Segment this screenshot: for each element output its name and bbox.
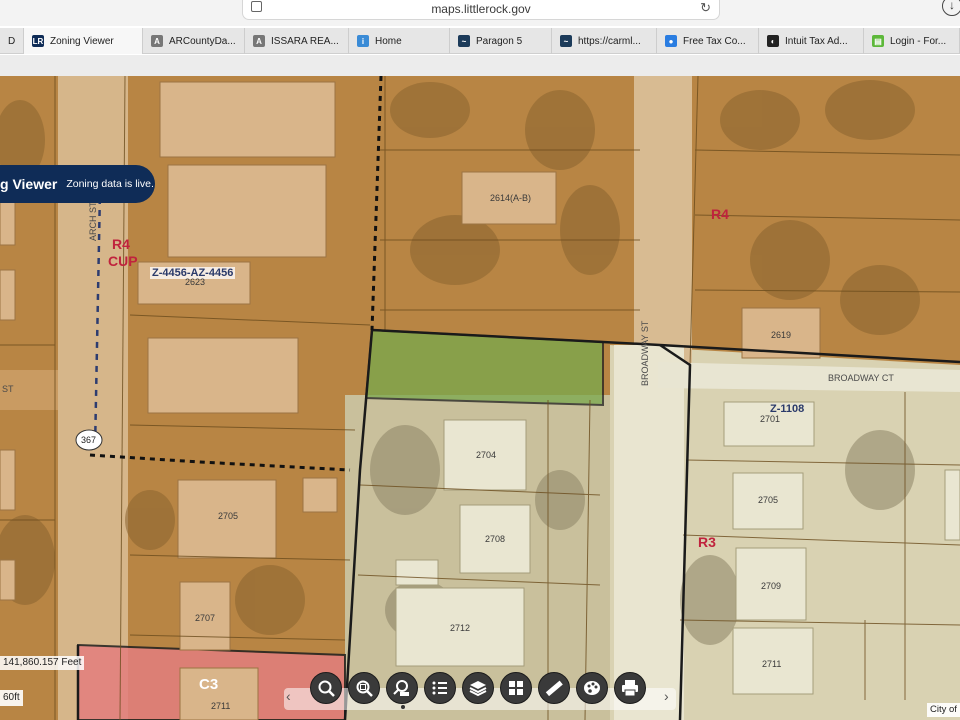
tab-bar: D LR Zoning Viewer A ARCountyDa... A ISSARA RE… bbox=[0, 28, 960, 54]
zone-label-c3: C3 bbox=[199, 676, 219, 693]
zoom-search-icon bbox=[356, 680, 373, 697]
street-label-arch-st: ARCH ST bbox=[88, 201, 98, 241]
info-icon: i bbox=[357, 35, 369, 47]
tab-label: Intuit Tax Ad... bbox=[785, 35, 848, 47]
address-2711-east: 2711 bbox=[762, 659, 782, 669]
reload-icon[interactable]: ↻ bbox=[700, 0, 711, 16]
scale-bar: 60ft bbox=[0, 690, 23, 706]
tab-label: Paragon 5 bbox=[476, 35, 523, 47]
map-toolbar: ‹ › bbox=[284, 670, 676, 710]
layers-tool-button[interactable] bbox=[462, 672, 494, 704]
globe-icon: ● bbox=[665, 35, 677, 47]
intuit-icon: ◐ bbox=[767, 35, 779, 47]
address-2614: 2614(A-B) bbox=[490, 193, 532, 203]
street-label-st: ST bbox=[2, 384, 14, 394]
paragon-icon: ~ bbox=[560, 35, 572, 47]
address-2619: 2619 bbox=[771, 330, 792, 340]
tab-label: Home bbox=[375, 35, 402, 47]
list-tool-button[interactable] bbox=[424, 672, 456, 704]
address-bar[interactable]: maps.littlerock.gov ↻ bbox=[242, 0, 720, 20]
downloads-icon[interactable]: ↓ bbox=[942, 0, 960, 16]
tab-label: ARCountyDa... bbox=[169, 35, 236, 47]
zone-label-r4: R4 bbox=[112, 236, 130, 252]
palette-icon bbox=[584, 681, 600, 695]
street-label-broadway-st: BROADWAY ST bbox=[640, 320, 650, 386]
tab-9[interactable]: ◐ Intuit Tax Ad... bbox=[759, 28, 864, 54]
app-title: g Viewer bbox=[0, 176, 58, 192]
lr-logo-icon: LR bbox=[32, 35, 44, 47]
print-icon bbox=[622, 680, 638, 697]
toolbar-left-arrow-icon[interactable]: ‹ bbox=[286, 688, 291, 704]
identify-icon bbox=[393, 680, 409, 696]
address-2701: 2701 bbox=[760, 414, 781, 424]
address-2704: 2704 bbox=[476, 450, 497, 460]
address-2711-c3: 2711 bbox=[211, 701, 231, 711]
route-shield-label: 367 bbox=[81, 435, 97, 445]
tab-5[interactable]: i Home bbox=[349, 28, 450, 54]
broadway-st-road-south bbox=[614, 345, 684, 720]
identify-tool-button[interactable] bbox=[386, 672, 418, 704]
live-notice: Zoning data is live. bbox=[66, 178, 154, 190]
address-2709: 2709 bbox=[761, 581, 782, 591]
tab-label: Free Tax Co... bbox=[683, 35, 746, 47]
address-2712: 2712 bbox=[450, 623, 471, 633]
tab-6[interactable]: ~ Paragon 5 bbox=[450, 28, 552, 54]
address-2707: 2707 bbox=[195, 613, 216, 623]
toolbar-page-dot bbox=[401, 705, 405, 709]
letter-a-icon: A bbox=[253, 35, 265, 47]
tab-label: D bbox=[8, 35, 16, 47]
street-label-broadway-ct: BROADWAY CT bbox=[828, 373, 894, 383]
url-text: maps.littlerock.gov bbox=[431, 2, 531, 16]
zoom-search-tool-button[interactable] bbox=[348, 672, 380, 704]
tab-7[interactable]: ~ https://carml... bbox=[552, 28, 657, 54]
tab-1[interactable]: D bbox=[0, 28, 24, 54]
tab-label: ISSARA REA... bbox=[271, 35, 339, 47]
address-2623: 2623 bbox=[185, 277, 206, 287]
app-header-pill: g Viewer Zoning data is live. bbox=[0, 165, 155, 203]
map-canvas[interactable]: R4 CUP R4 R3 C3 Z-4456-AZ-4456 Z-1108 BROADWAY … bbox=[0, 76, 960, 720]
document-icon: ▤ bbox=[872, 35, 884, 47]
browser-address-row: maps.littlerock.gov ↻ ↓ bbox=[0, 0, 960, 26]
palette-tool-button[interactable] bbox=[576, 672, 608, 704]
basemap-grid-icon bbox=[509, 681, 523, 695]
address-2708: 2708 bbox=[485, 534, 506, 544]
search-icon bbox=[318, 680, 335, 697]
coordinate-readout: 141,860.157 Feet bbox=[0, 656, 85, 670]
measure-icon bbox=[545, 680, 563, 697]
layers-icon bbox=[469, 681, 487, 697]
paragon-icon: ~ bbox=[458, 35, 470, 47]
address-2705-east: 2705 bbox=[758, 495, 779, 505]
tab-2[interactable]: LR Zoning Viewer bbox=[24, 28, 143, 54]
search-tool-button[interactable] bbox=[310, 672, 342, 704]
print-tool-button[interactable] bbox=[614, 672, 646, 704]
tab-8[interactable]: ● Free Tax Co... bbox=[657, 28, 759, 54]
toolbar-right-arrow-icon[interactable]: › bbox=[664, 688, 669, 704]
address-2705-west: 2705 bbox=[218, 511, 239, 521]
basemap-grid-tool-button[interactable] bbox=[500, 672, 532, 704]
tab-4[interactable]: A ISSARA REA... bbox=[245, 28, 349, 54]
tab-label: https://carml... bbox=[578, 35, 641, 47]
tab-label: Zoning Viewer bbox=[50, 35, 114, 47]
measure-tool-button[interactable] bbox=[538, 672, 570, 704]
tab-10[interactable]: ▤ Login - For... bbox=[864, 28, 960, 54]
list-icon bbox=[432, 681, 447, 695]
map-attribution: City of bbox=[927, 703, 960, 717]
zone-label-r4-east: R4 bbox=[711, 206, 729, 222]
zone-label-r3: R3 bbox=[698, 534, 716, 550]
tab-3[interactable]: A ARCountyDa... bbox=[143, 28, 245, 54]
zone-label-cup: CUP bbox=[108, 253, 138, 269]
toolbar-strip bbox=[0, 55, 960, 76]
letter-a-icon: A bbox=[151, 35, 163, 47]
tab-label: Login - For... bbox=[890, 35, 947, 47]
